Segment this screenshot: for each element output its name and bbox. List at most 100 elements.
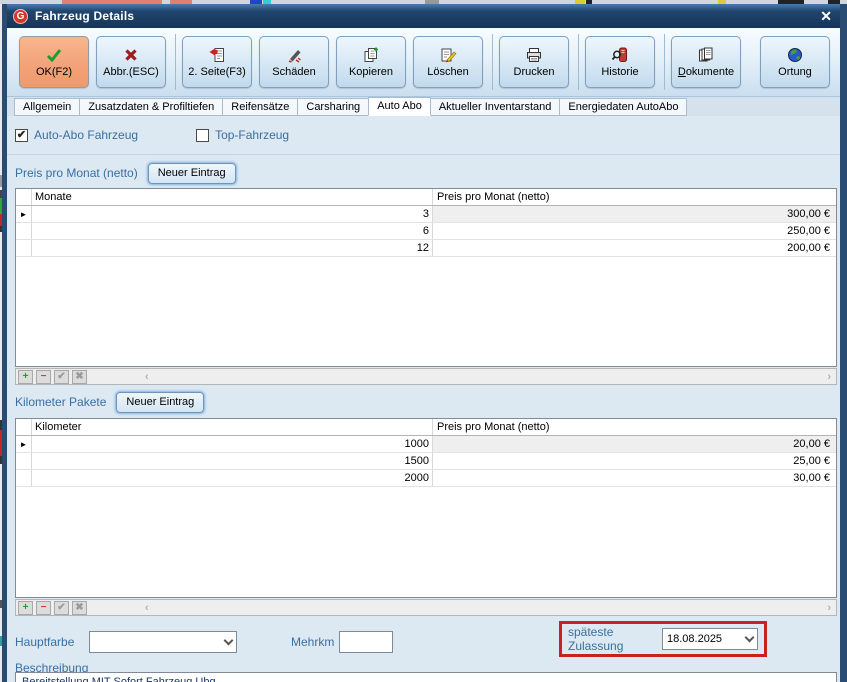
history-book-magnifier-icon [611,46,629,64]
confirm-edit-button[interactable]: ✔ [54,370,69,384]
tracking-button[interactable]: Ortung [760,36,830,88]
tab-allgemein[interactable]: Allgemein [14,98,80,116]
km-new-entry-button[interactable]: Neuer Eintrag [116,392,204,413]
current-row-indicator-icon: ► [16,436,32,452]
preis-cell[interactable]: 300,00 € [433,206,836,222]
second-page-button-label: 2. Seite(F3) [188,66,245,78]
table-row[interactable]: 2000 30,00 € [16,470,836,487]
cancel-button-label: Abbr.(ESC) [103,66,159,78]
x-icon [122,46,140,64]
documents-stack-icon [697,46,715,64]
tab-auto-abo[interactable]: Auto Abo [368,97,431,116]
kilometer-cell[interactable]: 1500 [32,453,433,469]
scroll-right-icon[interactable]: › [827,602,831,614]
delete-button[interactable]: Löschen [413,36,483,88]
print-button[interactable]: Drucken [499,36,569,88]
preis-column-header[interactable]: Preis pro Monat (netto) [433,419,836,435]
monate-cell[interactable]: 12 [32,240,433,256]
window-title: Fahrzeug Details [35,9,134,23]
tab-reifensaetze[interactable]: Reifensätze [222,98,298,116]
damages-button-label: Schäden [272,66,315,78]
price-grid: Monate Preis pro Monat (netto) ► 3 300,0… [15,188,837,367]
ok-button-label: OK(F2) [36,66,72,78]
history-button[interactable]: Historie [585,36,655,88]
second-page-button[interactable]: 2. Seite(F3) [182,36,252,88]
toolbar-separator [175,34,176,90]
screenshot-root: G Fahrzeug Details ✕ OK(F2) Abbr.(ESC) [0,0,847,682]
preis-cell[interactable]: 25,00 € [433,453,836,469]
kilometer-cell[interactable]: 2000 [32,470,433,486]
price-section-header: Preis pro Monat (netto) Neuer Eintrag [15,160,236,186]
bottom-form-row: Hauptfarbe Mehrkm späteste Zulassung 18.… [7,621,840,661]
preis-column-header[interactable]: Preis pro Monat (netto) [433,189,836,205]
tab-bar: Allgemein Zusatzdaten & Profiltiefen Rei… [7,97,840,116]
remove-row-button[interactable]: − [36,601,51,615]
monate-cell[interactable]: 6 [32,223,433,239]
km-grid: Kilometer Preis pro Monat (netto) ► 1000… [15,418,837,598]
kilometer-cell[interactable]: 1000 [32,436,433,452]
kilometer-column-header[interactable]: Kilometer [32,419,433,435]
row-indicator-column [16,223,32,239]
chevron-down-icon [224,636,234,646]
chevron-down-icon [745,633,755,643]
auto-abo-fahrzeug-label: Auto-Abo Fahrzeug [34,128,138,142]
cancel-button[interactable]: Abbr.(ESC) [96,36,166,88]
preis-cell[interactable]: 250,00 € [433,223,836,239]
spaeteste-zulassung-label: späteste Zulassung [568,625,654,653]
remove-row-button[interactable]: − [36,370,51,384]
beschreibung-textarea[interactable]: Bereitstellung MIT Sofort Fahrzeug Ubg [15,672,837,682]
row-indicator-column [16,240,32,256]
check-icon [45,46,63,64]
tab-zusatzdaten-profiltiefen[interactable]: Zusatzdaten & Profiltiefen [79,98,223,116]
damages-button[interactable]: Schäden [259,36,329,88]
confirm-edit-button[interactable]: ✔ [54,601,69,615]
hauptfarbe-label: Hauptfarbe [15,635,74,649]
table-row[interactable]: 12 200,00 € [16,240,836,257]
spaeteste-zulassung-value: 18.08.2025 [667,633,722,645]
price-new-entry-button[interactable]: Neuer Eintrag [148,163,236,184]
preis-cell[interactable]: 20,00 € [433,436,836,452]
preis-cell[interactable]: 200,00 € [433,240,836,256]
tab-aktueller-inventarstand[interactable]: Aktueller Inventarstand [430,98,561,116]
page-arrow-icon [208,46,226,64]
scroll-left-icon[interactable]: ‹ [145,371,149,383]
row-indicator-column [16,189,32,205]
table-row[interactable]: ► 1000 20,00 € [16,436,836,453]
add-row-button[interactable]: + [18,370,33,384]
spaeteste-zulassung-date-dropdown[interactable]: 18.08.2025 [662,628,758,650]
toolbar-separator [578,34,579,90]
tab-carsharing[interactable]: Carsharing [297,98,369,116]
km-grid-navigator: + − ✔ ✖ ‹ › [15,599,837,616]
mehrkm-input[interactable] [339,631,393,653]
table-row[interactable]: 1500 25,00 € [16,453,836,470]
delete-button-label: Löschen [427,66,469,78]
scroll-left-icon[interactable]: ‹ [145,602,149,614]
table-row[interactable]: 6 250,00 € [16,223,836,240]
globe-icon [786,46,804,64]
copy-button[interactable]: Kopieren [336,36,406,88]
ok-button[interactable]: OK(F2) [19,36,89,88]
documents-button[interactable]: Dokumente [671,36,741,88]
top-fahrzeug-checkbox[interactable]: Top-Fahrzeug [196,128,289,142]
tab-energiedaten-autoabo[interactable]: Energiedaten AutoAbo [559,98,687,116]
auto-abo-tab-panel: ✔ Auto-Abo Fahrzeug Top-Fahrzeug Preis p… [7,116,840,682]
checkbox-unchecked-icon [196,129,209,142]
hauptfarbe-dropdown[interactable] [89,631,237,653]
auto-abo-fahrzeug-checkbox[interactable]: ✔ Auto-Abo Fahrzeug [15,128,138,142]
price-section-label: Preis pro Monat (netto) [15,166,138,180]
app-logo-icon: G [13,9,28,24]
fahrzeug-details-dialog: G Fahrzeug Details ✕ OK(F2) Abbr.(ESC) [2,4,847,682]
monate-column-header[interactable]: Monate [32,189,433,205]
cancel-edit-button[interactable]: ✖ [72,601,87,615]
history-button-label: Historie [601,66,638,78]
checkbox-checked-icon: ✔ [15,129,28,142]
table-row[interactable]: ► 3 300,00 € [16,206,836,223]
km-grid-header: Kilometer Preis pro Monat (netto) [16,419,836,436]
monate-cell[interactable]: 3 [32,206,433,222]
cancel-edit-button[interactable]: ✖ [72,370,87,384]
scroll-right-icon[interactable]: › [827,371,831,383]
tracking-button-label: Ortung [778,66,812,78]
preis-cell[interactable]: 30,00 € [433,470,836,486]
close-icon[interactable]: ✕ [820,8,832,25]
add-row-button[interactable]: + [18,601,33,615]
